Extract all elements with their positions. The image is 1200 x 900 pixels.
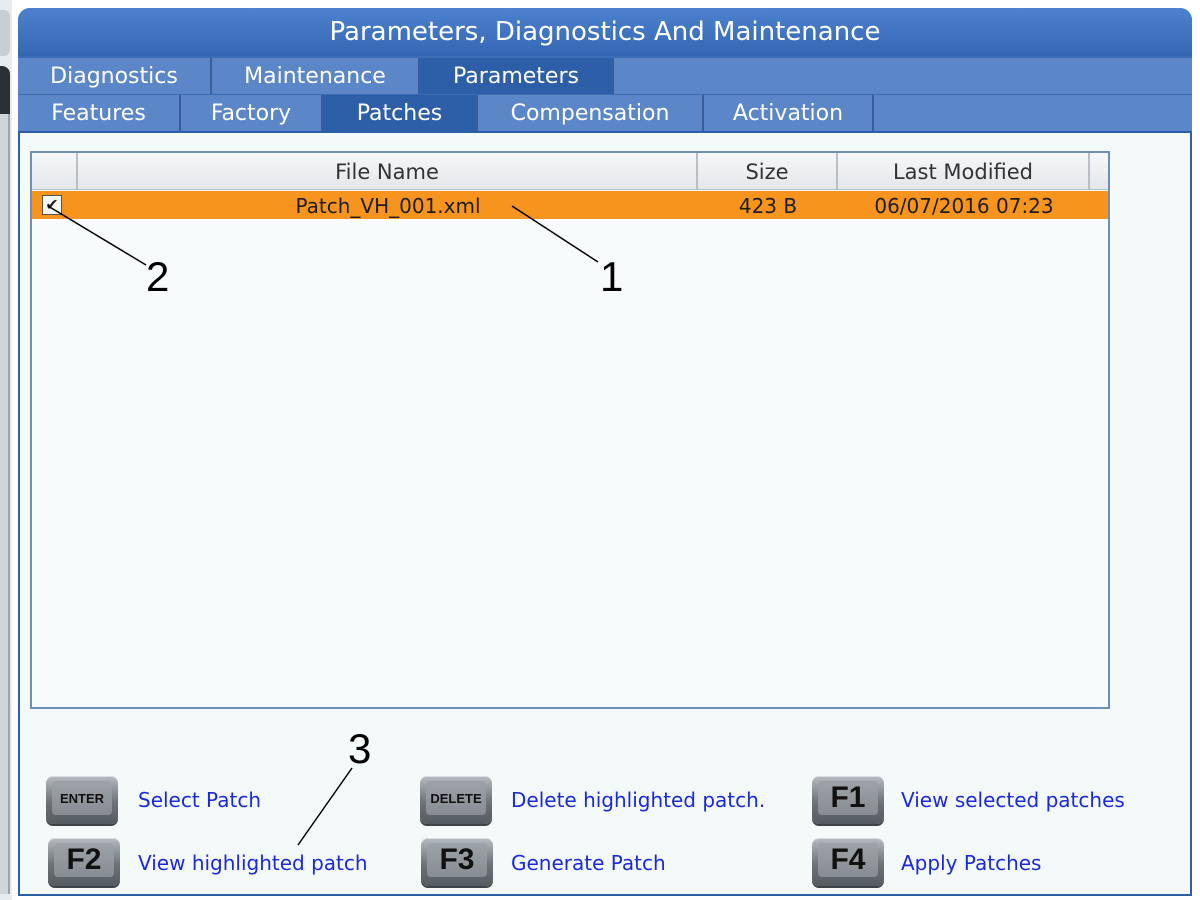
tab-row-primary: Diagnostics Maintenance Parameters <box>18 58 1192 94</box>
left-edge-strip <box>0 0 12 900</box>
patches-panel: File Name Size Last Modified ✔ Patch_VH_… <box>18 131 1192 896</box>
delete-key[interactable]: DELETE <box>420 776 492 824</box>
delete-key-label: Delete highlighted patch. <box>511 788 766 812</box>
f4-key[interactable]: F4 <box>812 838 884 886</box>
callout-number-1: 1 <box>600 253 624 300</box>
left-edge-dark-tab <box>0 66 10 114</box>
patch-file-table: File Name Size Last Modified ✔ Patch_VH_… <box>30 151 1110 709</box>
window-title: Parameters, Diagnostics And Maintenance <box>18 8 1192 56</box>
header-check-column[interactable] <box>32 153 78 189</box>
callout-number-3: 3 <box>348 725 372 772</box>
tab-parameters[interactable]: Parameters <box>420 58 614 94</box>
tab-maintenance[interactable]: Maintenance <box>212 58 420 94</box>
tab-features[interactable]: Features <box>18 95 181 131</box>
tab-patches[interactable]: Patches <box>323 95 478 131</box>
tab-row-secondary: Features Factory Patches Compensation Ac… <box>18 95 1192 131</box>
header-last-modified[interactable]: Last Modified <box>838 153 1090 189</box>
row-last-modified: 06/07/2016 07:23 <box>874 194 1054 218</box>
table-header: File Name Size Last Modified <box>32 153 1108 190</box>
header-scroll-spacer <box>1090 153 1108 189</box>
left-edge-tab <box>0 10 10 56</box>
patch-checkbox[interactable]: ✔ <box>42 195 62 215</box>
callout-number-2: 2 <box>146 253 170 300</box>
header-size[interactable]: Size <box>698 153 838 189</box>
parameters-window: Parameters, Diagnostics And Maintenance … <box>18 8 1192 896</box>
f3-key-label: Generate Patch <box>511 851 666 875</box>
table-row[interactable]: ✔ Patch_VH_001.xml 423 B 06/07/2016 07:2… <box>32 191 1108 219</box>
header-file-name[interactable]: File Name <box>78 153 698 189</box>
f1-key-label: View selected patches <box>901 788 1125 812</box>
tab-compensation[interactable]: Compensation <box>478 95 704 131</box>
f2-key-label: View highlighted patch <box>138 851 368 875</box>
tab-factory[interactable]: Factory <box>181 95 323 131</box>
f3-key[interactable]: F3 <box>421 838 493 886</box>
tab-activation[interactable]: Activation <box>704 95 874 131</box>
row-check-cell[interactable]: ✔ <box>32 191 78 219</box>
tab-diagnostics[interactable]: Diagnostics <box>18 58 212 94</box>
row-file-name: Patch_VH_001.xml <box>295 194 481 218</box>
f2-key[interactable]: F2 <box>48 838 120 886</box>
left-edge-scrollbar <box>0 114 10 894</box>
enter-key-label: Select Patch <box>138 788 261 812</box>
row-size: 423 B <box>738 194 798 218</box>
f4-key-label: Apply Patches <box>901 851 1042 875</box>
enter-key[interactable]: ENTER <box>46 776 118 824</box>
f1-key[interactable]: F1 <box>812 776 884 824</box>
